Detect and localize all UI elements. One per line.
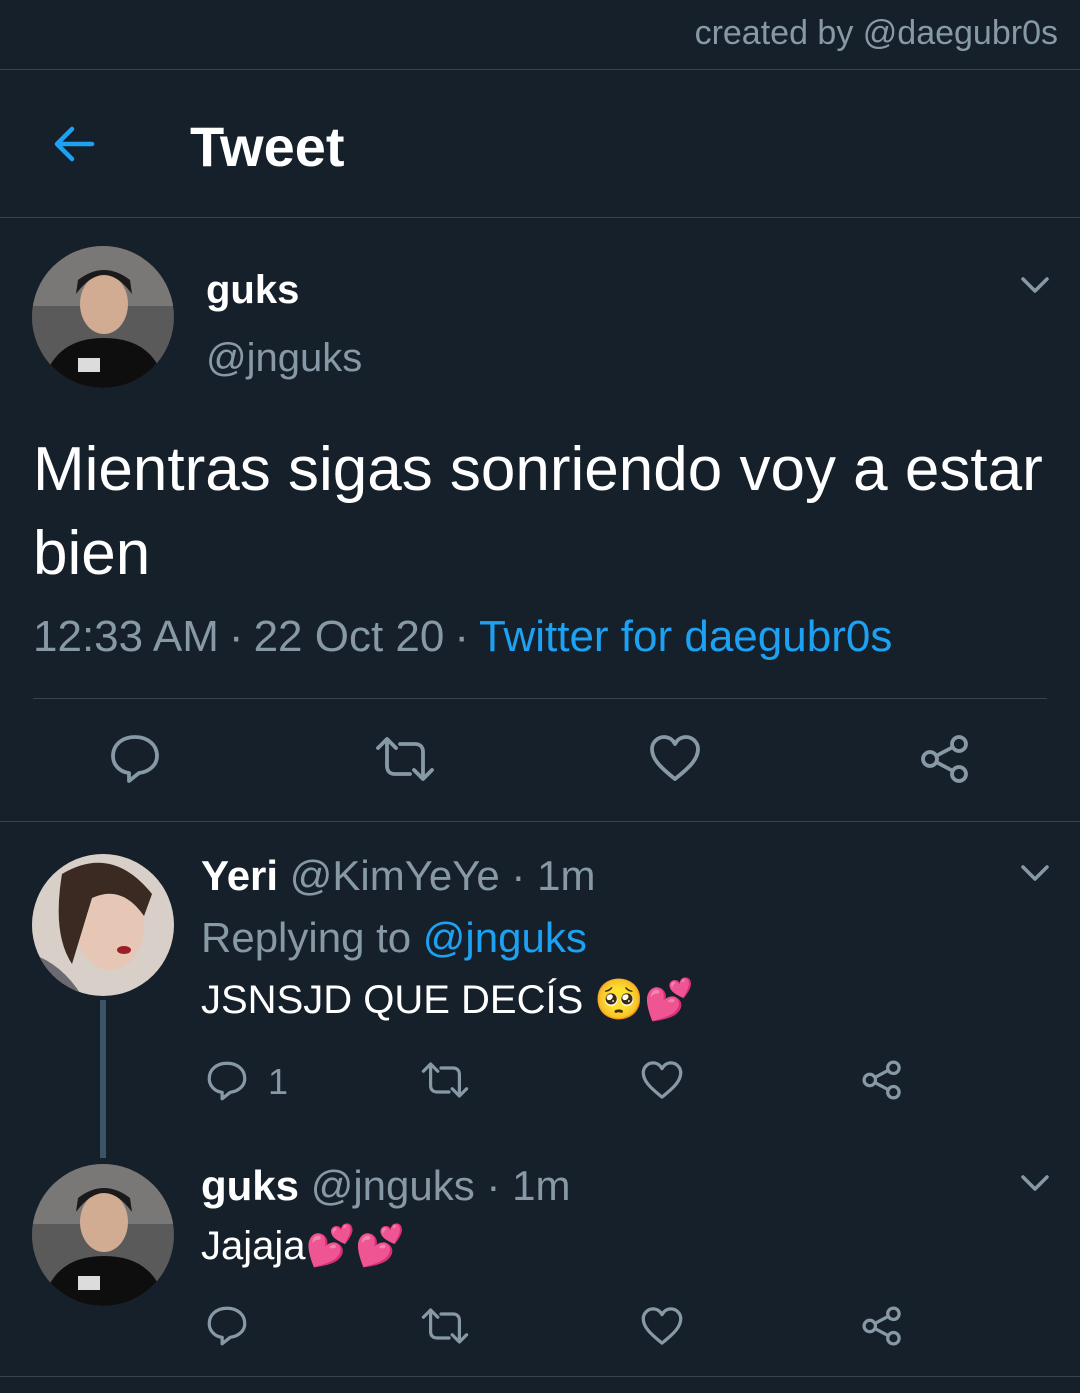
reply-bubble-icon[interactable]	[205, 1060, 249, 1102]
reply-text: Jajaja💕💕	[201, 1224, 406, 1268]
meta-separator: ·	[511, 852, 526, 899]
meta-separator: ·	[228, 612, 244, 661]
thread-line	[100, 1000, 106, 1158]
retweet-icon[interactable]	[420, 1306, 470, 1346]
share-icon[interactable]	[860, 1304, 904, 1348]
reply-time: 1m	[537, 852, 596, 899]
reply-author-handle[interactable]: @jnguks	[311, 1162, 475, 1209]
tweet-client-link[interactable]: Twitter for daegubr0s	[479, 612, 892, 661]
reply-bubble-icon[interactable]	[108, 733, 162, 785]
share-icon[interactable]	[860, 1058, 904, 1102]
chevron-down-icon[interactable]	[1018, 268, 1052, 302]
actions-divider	[0, 821, 1080, 822]
heart-icon[interactable]	[640, 1305, 684, 1347]
replying-prefix: Replying to	[201, 914, 412, 961]
watermark: created by @daegubr0s	[694, 14, 1058, 52]
arrow-left-icon[interactable]	[48, 118, 100, 170]
reply-author-handle[interactable]: @KimYeYe	[290, 852, 500, 899]
retweet-icon[interactable]	[374, 734, 436, 784]
meta-separator: ·	[454, 612, 469, 661]
replying-mention-link[interactable]: @jnguks	[423, 914, 587, 961]
author-handle[interactable]: @jnguks	[206, 336, 362, 381]
heart-icon[interactable]	[640, 1059, 684, 1101]
retweet-icon[interactable]	[420, 1060, 470, 1100]
tweet-text: Mientras sigas sonriendo voy a estar bie…	[33, 435, 1043, 588]
replying-to: Replying to @jnguks	[201, 914, 587, 962]
tweet-meta: 12:33 AM · 22 Oct 20 · Twitter for daegubr0s	[33, 612, 892, 662]
chevron-down-icon[interactable]	[1018, 856, 1052, 890]
bottom-divider	[0, 1376, 1080, 1377]
chevron-down-icon[interactable]	[1018, 1166, 1052, 1200]
reply-bubble-icon[interactable]	[205, 1305, 249, 1347]
page-title: Tweet	[190, 115, 345, 178]
reply-time: 1m	[512, 1162, 571, 1209]
avatar[interactable]	[32, 246, 174, 388]
author-name[interactable]: guks	[206, 268, 299, 313]
header-divider	[0, 217, 1080, 218]
reply-header: Yeri @KimYeYe · 1m	[201, 852, 595, 900]
reply-author-name[interactable]: Yeri	[201, 852, 278, 899]
tweet-time: 12:33 AM	[33, 612, 219, 661]
reply-count: 1	[268, 1061, 289, 1102]
share-icon[interactable]	[918, 732, 972, 786]
avatar[interactable]	[32, 1164, 174, 1306]
reply-author-name[interactable]: guks	[201, 1162, 299, 1209]
app-header: Tweet	[0, 70, 1080, 217]
heart-icon[interactable]	[648, 733, 702, 783]
tweet-date: 22 Oct 20	[253, 612, 445, 661]
meta-divider	[33, 698, 1047, 699]
reply-text: JSNSJD QUE DECÍS 🥺💕	[201, 978, 695, 1022]
avatar[interactable]	[32, 854, 174, 996]
reply-header: guks @jnguks · 1m	[201, 1162, 570, 1210]
meta-separator: ·	[486, 1162, 501, 1209]
